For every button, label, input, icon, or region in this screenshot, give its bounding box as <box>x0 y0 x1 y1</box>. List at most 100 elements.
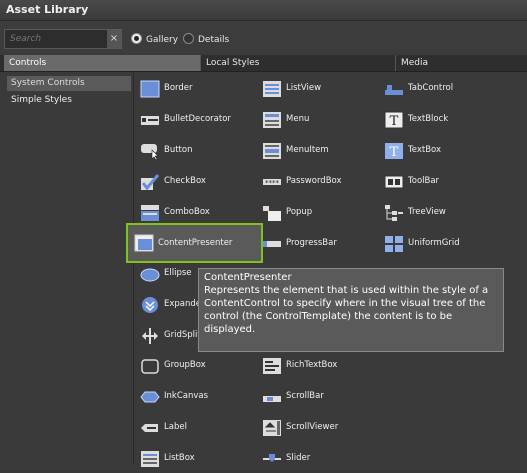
scrollviewer-icon <box>263 420 281 436</box>
control-label: Border <box>164 83 193 93</box>
control-item-uniformgrid[interactable]: UniformGrid <box>378 230 496 258</box>
control-label: Expande <box>164 299 202 309</box>
control-label: ToolBar <box>408 176 440 186</box>
menuitem-icon <box>263 143 281 159</box>
tabcontrol-icon <box>385 85 403 95</box>
control-label: BulletDecorator <box>164 114 231 124</box>
search-box: × <box>4 29 122 49</box>
search-row: × Gallery Details <box>0 21 527 53</box>
control-item-textbox[interactable]: T TextBox <box>378 137 496 165</box>
control-item-scrollviewer[interactable]: ScrollViewer <box>256 414 374 442</box>
gallery-radio-indicator <box>131 33 142 44</box>
control-label: CheckBox <box>164 176 206 186</box>
control-label: Button <box>164 145 193 155</box>
sidebar-item-system-controls[interactable]: System Controls <box>7 76 131 91</box>
control-item-menu[interactable]: Menu <box>256 106 374 134</box>
control-label: Ellipse <box>164 268 192 278</box>
control-item-passwordbox[interactable]: **** PasswordBox <box>256 168 374 196</box>
ellipse-icon <box>140 268 160 282</box>
panel-title-bar: Asset Library <box>0 0 527 21</box>
control-item-scrollbar[interactable]: ScrollBar <box>256 383 374 411</box>
control-label: InkCanvas <box>164 391 209 401</box>
control-item-popup[interactable]: Popup <box>256 199 374 227</box>
control-item-listview[interactable]: ListView <box>256 75 374 103</box>
textblock-icon: T <box>384 111 404 129</box>
control-label: TextBlock <box>408 114 449 124</box>
combobox-icon <box>141 205 159 221</box>
treeview-icon <box>385 205 403 221</box>
svg-text:****: **** <box>265 179 280 187</box>
control-label: GroupBox <box>164 360 206 370</box>
control-item-menuitem[interactable]: MenuItem <box>256 137 374 165</box>
menu-icon <box>263 112 281 128</box>
control-label: ScrollBar <box>286 391 324 401</box>
listview-icon <box>263 81 281 97</box>
control-item-contentpresenter[interactable]: ContentPresenter <box>126 223 263 263</box>
control-label: Slider <box>286 453 311 463</box>
search-input[interactable] <box>7 31 113 47</box>
control-item-listbox[interactable]: ListBox <box>134 445 252 473</box>
clear-search-button[interactable]: × <box>107 30 121 48</box>
control-item-checkbox[interactable]: CheckBox <box>134 168 252 196</box>
control-label: ListBox <box>164 453 195 463</box>
control-label: GridSplit <box>164 330 201 340</box>
control-item-groupbox[interactable]: GroupBox <box>134 352 252 380</box>
control-item-inkcanvas[interactable]: InkCanvas <box>134 383 252 411</box>
button-icon <box>141 144 159 160</box>
popup-icon <box>263 206 281 221</box>
listbox-icon <box>141 451 159 467</box>
details-radio-indicator <box>183 33 194 44</box>
control-item-treeview[interactable]: TreeView <box>378 199 496 227</box>
passwordbox-icon: **** <box>263 179 281 187</box>
scrollbar-icon <box>263 396 281 402</box>
control-label: ListView <box>286 83 322 93</box>
inkcanvas-icon <box>140 391 160 403</box>
control-label: ContentPresenter <box>158 238 233 248</box>
control-item-richtextbox[interactable]: RichTextBox <box>256 352 374 380</box>
toolbar-icon <box>384 175 404 189</box>
tooltip-title: ContentPresenter <box>204 272 292 283</box>
panel-title: Asset Library <box>6 3 89 16</box>
control-label: TreeView <box>408 207 446 217</box>
control-item-toolbar[interactable]: ToolBar <box>378 168 496 196</box>
svg-text:T: T <box>390 145 399 160</box>
control-label: Popup <box>286 207 313 217</box>
gallery-radio-label: Gallery <box>146 35 179 45</box>
groupbox-icon <box>141 359 159 374</box>
control-label: PasswordBox <box>286 176 342 186</box>
control-item-textblock[interactable]: T TextBlock <box>378 106 496 134</box>
tab-media[interactable]: Media <box>396 55 527 71</box>
tab-controls[interactable]: Controls <box>4 55 200 71</box>
control-item-button[interactable]: Button <box>134 137 252 165</box>
progressbar-icon <box>263 241 281 247</box>
tab-strip: Controls Local Styles Media <box>0 55 527 72</box>
control-label: ComboBox <box>164 207 210 217</box>
richtextbox-icon <box>263 358 281 374</box>
svg-text:T: T <box>390 114 399 129</box>
checkbox-icon <box>141 174 160 191</box>
control-label: ProgressBar <box>286 238 337 248</box>
control-label: MenuItem <box>286 145 329 155</box>
control-item-slider[interactable]: Slider <box>256 445 374 473</box>
control-label: UniformGrid <box>408 238 460 248</box>
control-label: Label <box>164 422 187 432</box>
details-radio[interactable]: Details <box>183 33 229 45</box>
gridsplitter-icon <box>142 328 158 344</box>
control-item-tabcontrol[interactable]: TabControl <box>378 75 496 103</box>
control-label: Menu <box>286 114 310 124</box>
control-item-progressbar[interactable]: ProgressBar <box>256 230 374 258</box>
gallery-radio[interactable]: Gallery <box>131 33 178 45</box>
control-label: RichTextBox <box>286 360 338 370</box>
control-item-label[interactable]: Label <box>134 414 252 442</box>
uniformgrid-icon <box>385 236 403 252</box>
slider-icon <box>263 454 281 462</box>
control-item-border[interactable]: Border <box>134 75 252 103</box>
expander-icon <box>142 297 158 313</box>
category-sidebar: System Controls Simple Styles <box>0 72 134 465</box>
control-label: ScrollViewer <box>286 422 339 432</box>
tab-local-styles[interactable]: Local Styles <box>201 55 395 71</box>
sidebar-item-simple-styles[interactable]: Simple Styles <box>7 93 131 108</box>
bulletdecorator-icon <box>141 116 159 125</box>
textbox-icon: T <box>385 143 403 160</box>
control-item-bulletdecorator[interactable]: BulletDecorator <box>134 106 252 134</box>
